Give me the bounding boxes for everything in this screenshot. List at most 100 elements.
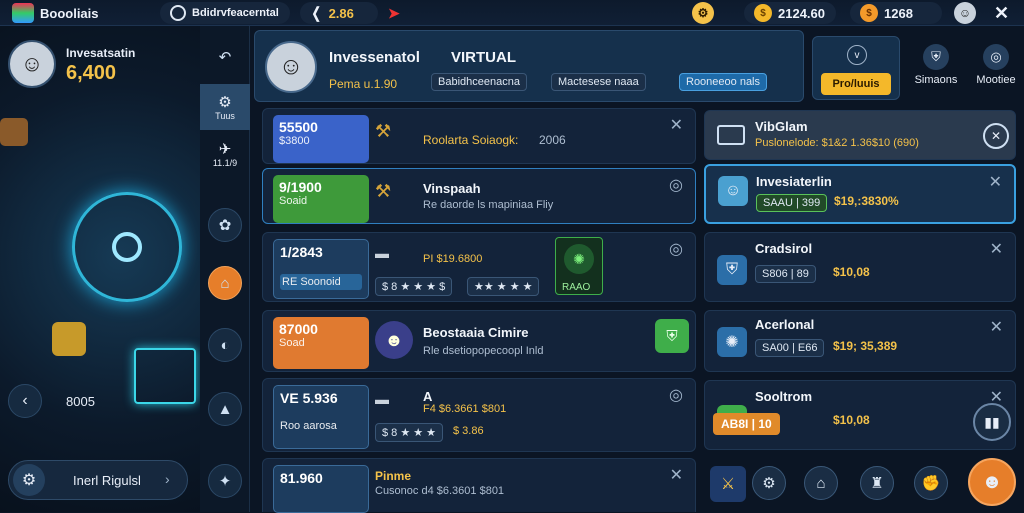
shield-icon[interactable]: ⛨ [655, 319, 689, 353]
item-tile: 87000 Soad [273, 317, 369, 369]
item-tile: 1/2843 RE Soonoid [273, 239, 369, 299]
crate-icon [52, 322, 86, 356]
header-chip-2[interactable]: Mactesese naaa [551, 73, 646, 91]
back-icon[interactable]: ↶ [208, 40, 242, 74]
character-avatar: ☺ [718, 176, 748, 206]
currency-gold[interactable]: $ 2124.60 [744, 2, 836, 24]
item-tile: 9/1900 Soaid [273, 175, 369, 223]
player-name: Invesatsatin [66, 46, 136, 60]
block-icon: ▬ [375, 391, 389, 407]
block-icon: ▬ [375, 245, 389, 261]
chevron-down-icon[interactable]: v [847, 45, 867, 65]
info-icon[interactable]: ◎ [669, 385, 683, 405]
gear-icon: ⚙ [218, 94, 232, 111]
right-item[interactable]: ✿ Sooltrom AB8I | 10 $10,08 ✕ ▮▮ [704, 380, 1016, 450]
nav-rocket-icon[interactable]: ▲ [208, 392, 242, 426]
item-badge: ✺ RAAO [555, 237, 603, 295]
crate-icon [0, 118, 28, 146]
top-icon-1[interactable]: ⛨ Simaons [910, 44, 962, 86]
gear-icon: ⚙ [13, 464, 45, 496]
chevron-left-icon[interactable]: ‹ [8, 384, 42, 418]
profile-avatar[interactable]: ☺ [954, 0, 976, 26]
character-avatar: ☻ [375, 321, 413, 359]
top-icon-2[interactable]: ◎ Mootiee [970, 44, 1022, 86]
hologram-panel [134, 348, 196, 404]
header-card: ☺ Invessenatol VIRTUAL Pema u.1.90 Babid… [254, 30, 804, 102]
list-item[interactable]: 1/2843 RE Soonoid ▬ PI $19.6800 $ 8 ★ ★ ★… [262, 232, 696, 302]
wrench-icon: ⚒ [375, 121, 392, 141]
item-tile: VE 5.936 Roo aarosa [273, 385, 369, 449]
close-icon[interactable]: ✕ [670, 115, 683, 135]
action-panel: v Pro/luuis [812, 36, 900, 100]
signal-pill[interactable]: ❬ 2.86 [300, 2, 378, 24]
tool-icon: ✈ [218, 141, 232, 158]
wifi-icon: ❬ [310, 5, 323, 22]
header-avatar: ☺ [265, 41, 317, 93]
side-nav: ↶ ⚙ Tuus ✈ 11.1/9 ✿ ⌂ ◐ ▲ ✦ [200, 26, 250, 512]
top-bar: Boooliais Bdidrvfeacerntal ❬ 2.86 ➤ ⚙ $ … [0, 0, 1024, 26]
item-tile: 55500 $3800 [273, 115, 369, 163]
close-icon[interactable]: ✕ [670, 465, 683, 485]
close-icon[interactable]: ✕ [990, 239, 1003, 259]
info-icon[interactable]: ◎ [669, 239, 683, 259]
nav-leaf-icon[interactable]: ✿ [208, 208, 242, 242]
chart-icon[interactable]: ▮▮ [973, 403, 1011, 441]
chevron-right-icon: › [165, 471, 170, 487]
emblem-icon: ✺ [717, 327, 747, 357]
app-name: Boooliais [40, 5, 99, 21]
action-button[interactable]: Pro/luuis [821, 73, 891, 95]
nav-star-icon[interactable]: ✦ [208, 464, 242, 498]
header-sub: Pema u.1.90 [329, 77, 398, 91]
radar-center-icon [112, 232, 142, 262]
list-item[interactable]: 9/1900 Soaid ⚒ Vinspaah Re daorde ls mapi… [262, 168, 696, 224]
info-icon[interactable]: ◎ [669, 175, 683, 195]
coin-icon: $ [860, 4, 878, 22]
currency-gems[interactable]: $ 1268 [850, 2, 942, 24]
emblem-icon: ✺ [564, 244, 594, 274]
close-icon[interactable]: ✕ [983, 123, 1009, 149]
list-item[interactable]: 81.960 Pinme Cusonoc d4 $6.3601 $801 ✕ [262, 458, 696, 513]
nav-home-icon[interactable]: ⌂ [208, 266, 242, 300]
card-icon [717, 125, 745, 145]
bottom-left-button[interactable]: ⚙ Inerl Rigulsl › [8, 460, 188, 500]
player-avatar[interactable]: ☺ [8, 40, 56, 88]
right-header: VibGlam Puslonelode: $1&2 1.36$10 (690) … [704, 110, 1016, 160]
header-tag: VIRTUAL [451, 49, 516, 66]
wrench-icon: ⚒ [375, 181, 392, 201]
gear-icon[interactable]: ⚙ [752, 466, 786, 500]
left-small-value: 8005 [66, 394, 95, 409]
trophy-icon[interactable]: ♜ [860, 466, 894, 500]
close-icon[interactable]: ✕ [989, 172, 1002, 192]
refresh-icon [170, 5, 186, 21]
status-pill[interactable]: Bdidrvfeacerntal [160, 2, 290, 24]
list-item[interactable]: 87000 Soad ☻ Beostaaia Cimire Rle dsetiop… [262, 310, 696, 372]
close-icon[interactable]: ✕ [990, 317, 1003, 337]
app-logo[interactable]: Boooliais [12, 0, 99, 26]
list-item[interactable]: VE 5.936 Roo aarosa ▬ A F4 $6.3661 $801 $… [262, 378, 696, 452]
header-chip-3[interactable]: Rooneeoo nals [679, 73, 768, 91]
header-title: Invessenatol [329, 49, 420, 66]
nav-item-active[interactable]: ⚙ Tuus [200, 84, 250, 130]
notification-bell-icon[interactable]: ➤ [388, 0, 400, 26]
profile-icon[interactable]: ☻ [968, 458, 1016, 506]
header-chip-1[interactable]: Babidhceenacna [431, 73, 527, 91]
coin-icon: $ [754, 4, 772, 22]
fist-icon[interactable]: ✊ [914, 466, 948, 500]
right-item[interactable]: ⛨ Cradsirol S806 | 89 $10,08 ✕ [704, 232, 1016, 302]
right-item[interactable]: ✺ Acerlonal SA00 | E66 $19; 35,389 ✕ [704, 310, 1016, 372]
close-icon[interactable]: ✕ [994, 0, 1009, 26]
player-value: 6,400 [66, 62, 117, 84]
settings-icon[interactable]: ⚙ [692, 0, 714, 26]
target-icon: ◎ [983, 44, 1009, 70]
list-item[interactable]: 55500 $3800 ⚒ Roolarta Soiaogk: 2006 ✕ [262, 108, 696, 164]
shield-icon: ⛨ [717, 255, 747, 285]
nav-item-2[interactable]: ✈ 11.1/9 [200, 140, 250, 180]
nav-clock-icon[interactable]: ◐ [208, 328, 242, 362]
shield-icon: ⛨ [923, 44, 949, 70]
house-icon[interactable]: ⌂ [804, 466, 838, 500]
stack-icon [12, 3, 34, 23]
left-panel: ☺ Invesatsatin 6,400 ‹ 8005 ⚙ Inerl Rigu… [0, 26, 200, 512]
item-tile: 81.960 [273, 465, 369, 513]
right-item[interactable]: ☺ Invesiaterlin SAAU | 399 $19,:3830% ✕ [704, 164, 1016, 224]
sword-icon[interactable]: ⚔ [710, 466, 746, 502]
